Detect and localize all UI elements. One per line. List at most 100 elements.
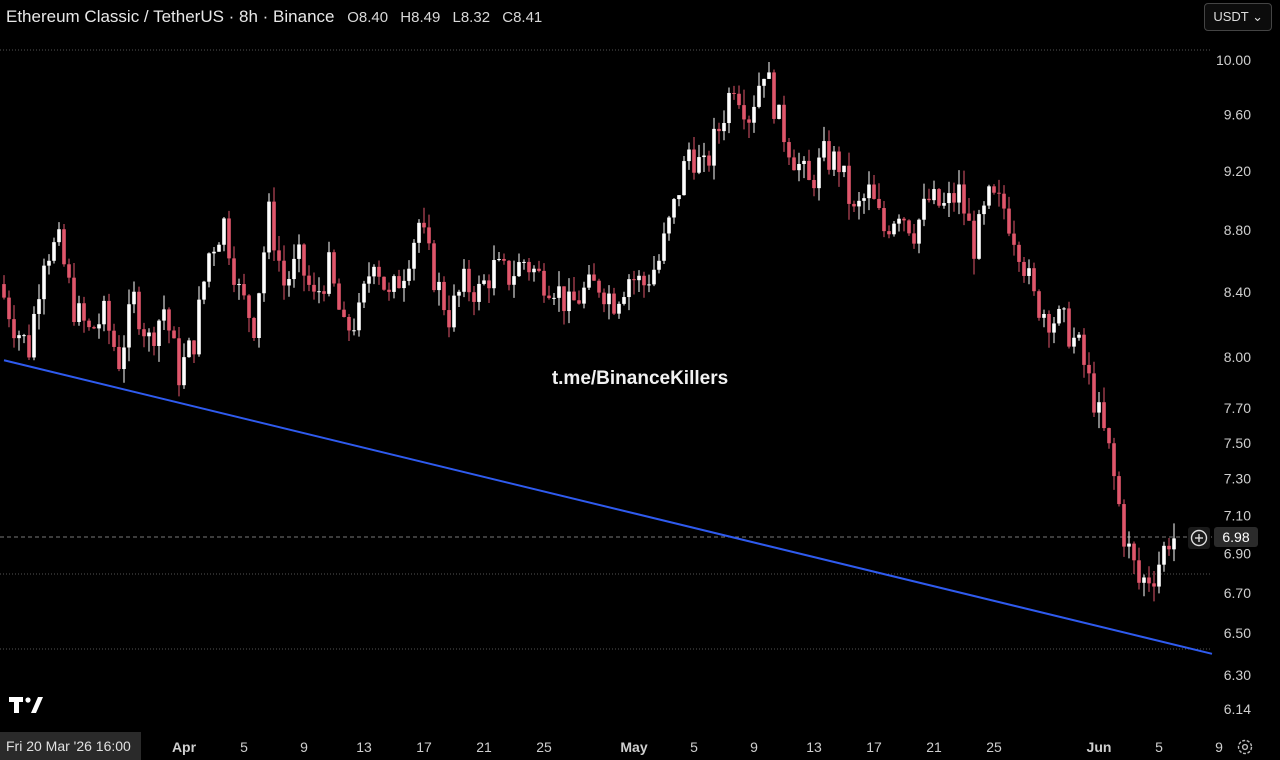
price-tick-label: 7.70 xyxy=(1224,400,1251,416)
candle-body xyxy=(712,128,716,166)
candle-body xyxy=(572,291,576,301)
symbol-title[interactable]: Ethereum Classic / TetherUS · 8h · Binan… xyxy=(6,7,335,26)
candle-body xyxy=(657,260,661,270)
candle-body xyxy=(1057,308,1061,324)
candle-body xyxy=(392,276,396,292)
candle-body xyxy=(377,266,381,277)
candle-body xyxy=(507,260,511,285)
chevron-down-icon: ⌄ xyxy=(1252,9,1263,24)
candle-body xyxy=(1162,545,1166,565)
candle-body xyxy=(92,327,96,329)
candle-body xyxy=(587,274,591,288)
candle-body xyxy=(117,346,121,370)
candle-body xyxy=(542,270,546,296)
candle-body xyxy=(397,276,401,289)
price-tick-label: 6.70 xyxy=(1224,585,1251,601)
candle-body xyxy=(12,319,16,339)
candle-body xyxy=(1122,504,1126,547)
candle-body xyxy=(212,251,216,254)
candle-body xyxy=(832,151,836,170)
candle-body xyxy=(362,283,366,303)
candle-body xyxy=(752,106,756,123)
candle-body xyxy=(1097,402,1101,413)
candle-body xyxy=(1032,268,1036,292)
candle-body xyxy=(502,258,506,261)
candle-body xyxy=(17,335,21,339)
ohlc-readout: O8.40 H8.49 L8.32 C8.41 xyxy=(347,9,543,26)
candle-body xyxy=(602,292,606,305)
candle-body xyxy=(447,310,451,328)
candle-body xyxy=(382,276,386,290)
candle-body xyxy=(517,262,521,277)
candle-body xyxy=(987,186,991,206)
candle-body xyxy=(452,295,456,328)
price-tick-label: 8.00 xyxy=(1224,349,1251,365)
candle-body xyxy=(342,309,346,317)
candle-body xyxy=(807,160,811,180)
tradingview-logo[interactable] xyxy=(9,697,45,715)
candle-body xyxy=(1042,313,1046,318)
time-tick-label: 13 xyxy=(806,739,822,755)
candle-body xyxy=(867,184,871,199)
candle-body xyxy=(872,184,876,199)
candle-body xyxy=(842,165,846,173)
candle-body xyxy=(802,160,806,165)
candle-body xyxy=(1082,334,1086,365)
candle-body xyxy=(292,258,296,280)
candle-body xyxy=(417,222,421,243)
candle-body xyxy=(492,260,496,289)
candle-body xyxy=(1002,193,1006,209)
candle-body xyxy=(1067,308,1071,347)
candle-body xyxy=(827,141,831,170)
candle-body xyxy=(837,151,841,173)
candle-body xyxy=(477,283,481,302)
candle-body xyxy=(37,299,41,314)
candle-body xyxy=(482,280,486,284)
candle-body xyxy=(912,233,916,244)
candle-body xyxy=(147,332,151,337)
candle-body xyxy=(537,268,541,271)
candle-body xyxy=(812,179,816,189)
candle-body xyxy=(742,105,746,120)
candle-body xyxy=(112,330,116,347)
candle-body xyxy=(637,275,641,281)
candle-body xyxy=(2,284,6,298)
candle-body xyxy=(252,317,256,339)
currency-label: USDT xyxy=(1213,9,1249,24)
candle-body xyxy=(817,157,821,189)
candle-body xyxy=(257,293,261,339)
candle-body xyxy=(692,149,696,173)
candle-body xyxy=(727,92,731,124)
candle-body xyxy=(237,284,241,286)
time-tick-label: 25 xyxy=(986,739,1002,755)
trendline[interactable] xyxy=(3,359,1213,655)
candle-body xyxy=(52,242,56,261)
candle-body xyxy=(902,218,906,221)
candle-body xyxy=(772,72,776,119)
candle-body xyxy=(562,286,566,312)
plus-circle-icon[interactable] xyxy=(1188,527,1210,549)
gear-icon[interactable] xyxy=(1236,738,1254,756)
candle-body xyxy=(527,261,531,273)
currency-selector-button[interactable]: USDT ⌄ xyxy=(1204,3,1272,31)
candle-body xyxy=(522,261,526,263)
candle-body xyxy=(162,309,166,321)
candle-body xyxy=(642,275,646,286)
time-tick-label: 5 xyxy=(240,739,248,755)
candle-body xyxy=(77,303,81,322)
candle-body xyxy=(762,78,766,86)
candle-body xyxy=(307,275,311,285)
candle-body xyxy=(1052,323,1056,333)
candle-body xyxy=(1062,308,1066,310)
candle-body xyxy=(927,198,931,201)
candle-body xyxy=(547,295,551,299)
price-tick-label: 7.50 xyxy=(1224,435,1251,451)
candle-body xyxy=(327,252,331,294)
candle-body xyxy=(847,165,851,204)
time-tick-label: 21 xyxy=(476,739,492,755)
candle-body xyxy=(207,253,211,282)
candle-body xyxy=(532,268,536,273)
candle-body xyxy=(932,189,936,201)
candle-body xyxy=(607,293,611,305)
candle-body xyxy=(697,157,701,173)
